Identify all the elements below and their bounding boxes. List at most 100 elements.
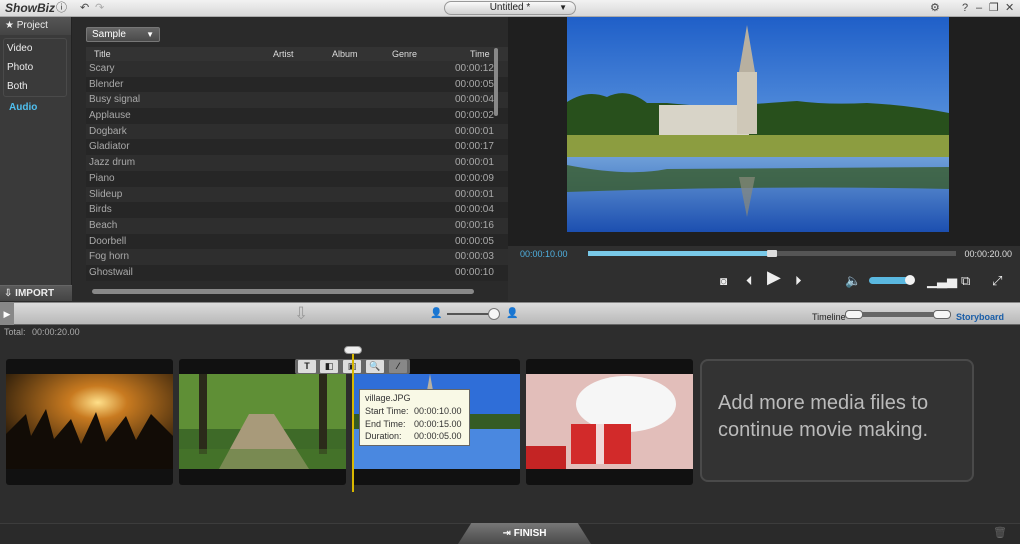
info-icon[interactable]: ⓘ xyxy=(56,1,67,15)
library-vertical-scrollbar[interactable] xyxy=(494,48,498,116)
track-time: 00:00:01 xyxy=(455,188,494,200)
track-title: Scary xyxy=(89,63,115,74)
volume-icon[interactable]: 🔈 xyxy=(845,274,861,288)
playhead[interactable] xyxy=(352,354,354,492)
column-genre[interactable]: Genre xyxy=(392,49,417,59)
add-media-placeholder[interactable]: Add more media files to continue movie m… xyxy=(700,359,974,482)
minimize-icon[interactable]: – xyxy=(976,1,982,15)
fullscreen-icon[interactable]: ⤢ xyxy=(992,274,1002,288)
transition-icon[interactable]: ◧ xyxy=(320,360,338,373)
list-item[interactable]: Slideup 00:00:01 xyxy=(86,186,564,203)
zoom-handle[interactable] xyxy=(488,308,500,320)
seek-bar[interactable] xyxy=(588,250,956,257)
zoom-in-icon[interactable]: 👤 xyxy=(506,308,518,319)
placeholder-line-2: continue movie making. xyxy=(718,419,929,441)
volume-handle[interactable] xyxy=(905,275,915,285)
list-item[interactable]: Busy signal 00:00:04 xyxy=(86,92,564,109)
storyboard-label[interactable]: Storyboard xyxy=(956,312,1004,322)
gear-icon[interactable]: ⚙ xyxy=(930,1,940,15)
list-item[interactable]: Scary 00:00:12 xyxy=(86,61,564,77)
volume-slider[interactable] xyxy=(869,275,915,285)
sidebar-item-audio[interactable]: Audio xyxy=(6,98,71,117)
placeholder-line-1: Add more media files to xyxy=(718,392,929,414)
storyboard-toggle[interactable] xyxy=(933,310,951,319)
more-tool-icon[interactable]: ⁄ xyxy=(389,360,407,373)
timeline-toggle[interactable] xyxy=(845,310,863,319)
sidebar-item-video[interactable]: Video xyxy=(4,39,66,58)
track-title: Dogbark xyxy=(89,125,127,137)
tooltip-duration: Duration: 00:00:05.00 xyxy=(365,430,469,443)
list-item[interactable]: Birds 00:00:04 xyxy=(86,202,564,218)
track-title: Busy signal xyxy=(89,94,141,106)
seek-handle[interactable] xyxy=(767,250,777,257)
undo-icon[interactable]: ↶ xyxy=(80,1,89,15)
tooltip-start-value: 00:00:10.00 xyxy=(414,405,462,416)
gift-thumbnail xyxy=(526,374,693,469)
finish-button[interactable]: ⇥ FINISH xyxy=(458,523,591,544)
column-album[interactable]: Album xyxy=(332,49,358,59)
tooltip-duration-value: 00:00:05.00 xyxy=(414,431,462,442)
tooltip-filename: village.JPG xyxy=(365,393,411,403)
timeline-label[interactable]: Timeline xyxy=(812,312,846,322)
sidebar-item-photo[interactable]: Photo xyxy=(4,58,66,77)
help-icon[interactable]: ? xyxy=(962,1,968,15)
total-label: Total: xyxy=(4,327,26,337)
storyboard-clip-gift[interactable] xyxy=(526,359,693,485)
list-item[interactable]: Blender 00:00:05 xyxy=(86,76,564,93)
redo-icon[interactable]: ↷ xyxy=(95,1,104,15)
view-mode-switch[interactable] xyxy=(845,310,951,319)
import-button[interactable]: ⇩ IMPORT xyxy=(0,285,72,301)
sidebar-item-both[interactable]: Both xyxy=(4,77,66,96)
list-item[interactable]: Applause 00:00:02 xyxy=(86,108,564,124)
list-item[interactable]: Gladiator 00:00:17 xyxy=(86,139,564,156)
track-time: 00:00:10 xyxy=(455,266,494,278)
track-time: 00:00:09 xyxy=(455,172,494,184)
church-lake-image xyxy=(567,17,949,232)
expand-panel-button[interactable]: ▶ xyxy=(0,303,14,326)
storyboard-clip-sunset[interactable] xyxy=(6,359,173,485)
close-icon[interactable]: ✕ xyxy=(1005,1,1014,15)
list-item[interactable]: Beach 00:00:16 xyxy=(86,217,564,234)
column-title[interactable]: Title xyxy=(94,49,111,59)
list-item[interactable]: Piano 00:00:09 xyxy=(86,170,564,187)
forest-path-thumbnail xyxy=(179,374,346,469)
current-time[interactable]: 00:00:10.00 xyxy=(520,249,568,259)
track-time: 00:00:01 xyxy=(455,125,494,137)
list-item[interactable]: Jazz drum 00:00:01 xyxy=(86,155,564,171)
chevron-down-icon: ▼ xyxy=(146,30,154,39)
project-header[interactable]: ★ Project xyxy=(0,17,71,35)
list-item[interactable]: Doorbell 00:00:05 xyxy=(86,233,564,250)
preview-video xyxy=(567,17,949,232)
play-icon[interactable]: ▶ xyxy=(767,268,781,286)
add-to-storyboard-icon[interactable]: ⇩ xyxy=(294,304,308,324)
audio-levels-icon[interactable]: ▁▃▅ xyxy=(927,274,957,288)
project-title-select[interactable]: Untitled * ▼ xyxy=(444,1,576,15)
total-time: 00:00:20.00 xyxy=(964,249,1012,259)
restore-icon[interactable]: ❐ xyxy=(989,1,999,15)
text-tool-button[interactable]: T xyxy=(298,360,316,373)
track-time: 00:00:05 xyxy=(455,235,494,247)
storyboard-clip-forest[interactable] xyxy=(179,359,346,485)
library-horizontal-scrollbar[interactable] xyxy=(92,289,474,294)
list-item[interactable]: Ghostwail 00:00:10 xyxy=(86,264,564,281)
track-title: Slideup xyxy=(89,188,123,200)
zoom-tool-icon[interactable]: 🔍 xyxy=(366,360,384,373)
list-item[interactable]: Fog horn 00:00:03 xyxy=(86,249,564,265)
track-time: 00:00:03 xyxy=(455,251,494,263)
previous-frame-icon[interactable]: ⏴ xyxy=(746,274,753,288)
pip-icon[interactable]: ⧉ xyxy=(961,274,970,288)
column-artist[interactable]: Artist xyxy=(273,49,294,59)
track-time: 00:00:04 xyxy=(455,94,494,106)
trash-icon[interactable]: 🗑 xyxy=(993,526,1007,539)
finish-label: FINISH xyxy=(513,528,547,539)
track-time: 00:00:12 xyxy=(455,63,494,74)
next-frame-icon[interactable]: ⏵ xyxy=(795,274,802,288)
snapshot-icon[interactable]: ◙ xyxy=(720,274,727,288)
list-item[interactable]: Dogbark 00:00:01 xyxy=(86,123,564,140)
column-time[interactable]: Time xyxy=(470,49,490,59)
category-select[interactable]: Sample ▼ xyxy=(86,27,160,42)
chevron-down-icon: ▼ xyxy=(559,3,567,12)
zoom-out-icon[interactable]: 👤 xyxy=(430,308,442,319)
project-header-label: Project xyxy=(16,20,48,31)
playhead-handle[interactable] xyxy=(344,346,362,354)
